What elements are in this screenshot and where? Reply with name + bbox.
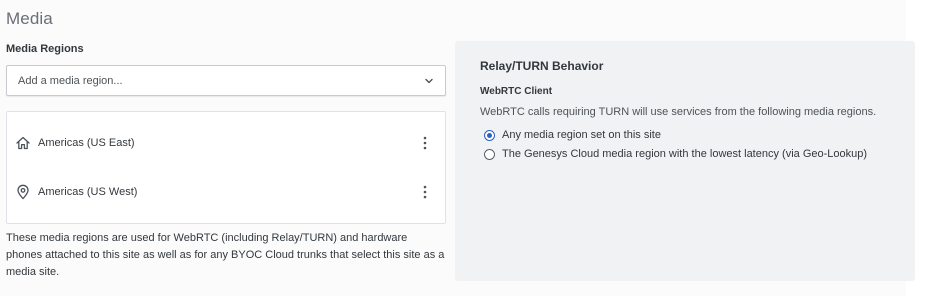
relay-title: Relay/TURN Behavior [480,59,604,73]
page-title: Media [6,9,53,28]
radio-label: Any media region set on this site [502,129,661,141]
media-regions-help-text: These media regions are used for WebRTC … [6,232,445,278]
chevron-down-icon [423,75,435,87]
home-icon [15,135,31,151]
radio-label: The Genesys Cloud media region with the … [502,148,868,160]
more-options-icon[interactable] [421,135,429,151]
relay-description: WebRTC calls requiring TURN will use ser… [480,106,877,118]
location-pin-icon [15,184,31,200]
webrtc-client-label: WebRTC Client [480,86,553,97]
radio-button-checked[interactable] [484,129,495,141]
radio-lowest-latency[interactable]: The Genesys Cloud media region with the … [484,148,867,160]
media-regions-list: Americas (US East) Americas (US West) [6,111,446,224]
relay-turn-panel: Relay/TURN Behavior WebRTC Client WebRTC… [455,41,915,281]
region-label: Americas (US West) [38,186,138,198]
radio-button[interactable] [484,148,495,160]
region-label: Americas (US East) [38,137,135,149]
media-regions-label: Media Regions [6,43,84,55]
add-media-region-dropdown[interactable]: Add a media region... [6,65,446,96]
list-item: Americas (US East) [7,128,445,158]
radio-any-region[interactable]: Any media region set on this site [484,129,661,141]
more-options-icon[interactable] [421,184,429,200]
dropdown-placeholder: Add a media region... [18,74,123,87]
list-item: Americas (US West) [7,177,445,207]
